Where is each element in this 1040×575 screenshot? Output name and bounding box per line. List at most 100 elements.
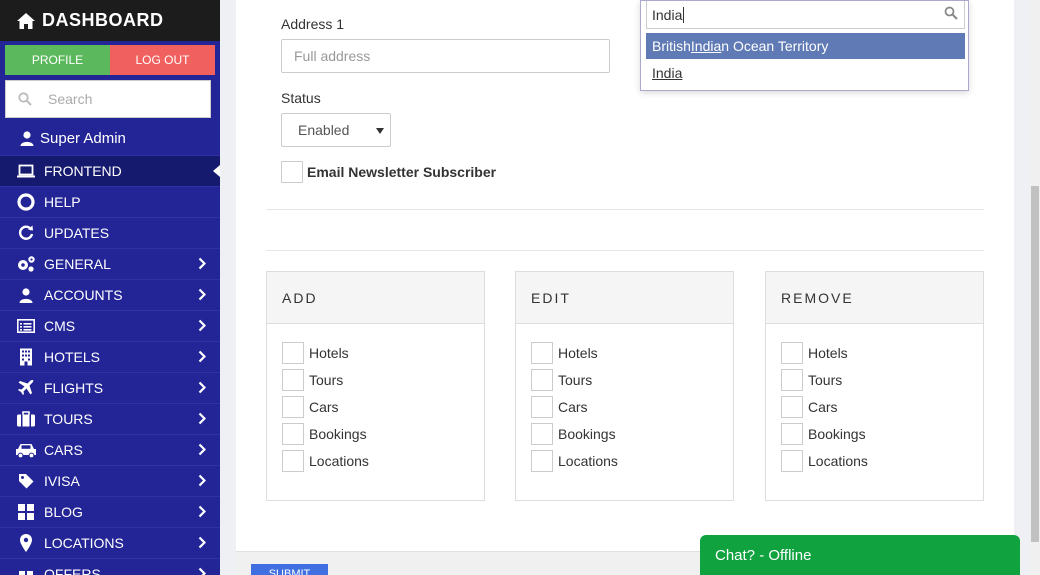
sidebar-search-input[interactable] bbox=[48, 91, 188, 107]
status-select[interactable]: Enabled bbox=[281, 113, 391, 147]
permission-label: Hotels bbox=[558, 344, 598, 361]
divider bbox=[266, 250, 984, 251]
home-icon bbox=[17, 12, 35, 29]
permission-label: Cars bbox=[808, 398, 838, 415]
chevron-right-icon bbox=[198, 474, 207, 487]
chevron-right-icon bbox=[198, 350, 207, 363]
permission-label: Locations bbox=[309, 452, 369, 469]
permission-label: Cars bbox=[309, 398, 339, 415]
sidebar-item-general[interactable]: GENERAL bbox=[0, 249, 220, 280]
permission-panel-add: ADD Hotels Tours Cars Bookings Locations bbox=[266, 271, 485, 501]
permission-panel-remove: REMOVE Hotels Tours Cars Bookings Locations bbox=[765, 271, 984, 501]
sidebar-item-flights[interactable]: FLIGHTS bbox=[0, 373, 220, 404]
permission-option: Cars bbox=[781, 393, 983, 420]
panel-title: REMOVE bbox=[766, 272, 983, 324]
permission-checkbox[interactable] bbox=[781, 422, 803, 445]
profile-button[interactable]: PROFILE bbox=[5, 45, 110, 75]
permission-checkbox[interactable] bbox=[531, 395, 553, 418]
chevron-right-icon bbox=[198, 288, 207, 301]
permission-checkbox[interactable] bbox=[531, 341, 553, 364]
permission-option: Hotels bbox=[282, 339, 484, 366]
sidebar-item-tours[interactable]: TOURS bbox=[0, 404, 220, 435]
sidebar-item-label: CARS bbox=[44, 442, 83, 458]
sidebar-item-blog[interactable]: BLOG bbox=[0, 497, 220, 528]
plane-icon bbox=[15, 379, 37, 397]
newsletter-checkbox[interactable] bbox=[281, 161, 303, 183]
sidebar-item-label: HELP bbox=[44, 194, 81, 210]
sidebar-item-ivisa[interactable]: IVISA bbox=[0, 466, 220, 497]
chevron-right-icon bbox=[198, 443, 207, 456]
sidebar-item-label: GENERAL bbox=[44, 256, 111, 272]
suitcase-icon bbox=[15, 410, 37, 428]
search-icon bbox=[18, 92, 32, 106]
submit-button[interactable]: SUBMIT bbox=[251, 564, 328, 575]
country-option[interactable]: India bbox=[646, 60, 965, 86]
status-label: Status bbox=[281, 90, 321, 106]
sidebar-item-label: UPDATES bbox=[44, 225, 110, 241]
refresh-icon bbox=[15, 224, 37, 242]
permission-panel-edit: EDIT Hotels Tours Cars Bookings Locations bbox=[515, 271, 734, 501]
permission-option: Tours bbox=[781, 366, 983, 393]
sidebar: DASHBOARD PROFILE LOG OUT Super Admin FR… bbox=[0, 0, 220, 575]
sidebar-item-hotels[interactable]: HOTELS bbox=[0, 342, 220, 373]
country-dropdown: India British India n Ocean Territory Ind… bbox=[640, 0, 969, 91]
logout-button[interactable]: LOG OUT bbox=[110, 45, 215, 75]
permission-label: Tours bbox=[309, 371, 344, 388]
sidebar-item-label: IVISA bbox=[44, 473, 80, 489]
divider bbox=[266, 209, 984, 210]
tag-icon bbox=[15, 472, 37, 490]
sidebar-item-cars[interactable]: CARS bbox=[0, 435, 220, 466]
chevron-right-icon bbox=[198, 567, 207, 575]
chat-widget[interactable]: Chat? - Offline bbox=[700, 535, 1020, 575]
permission-checkbox[interactable] bbox=[781, 395, 803, 418]
map-marker-icon bbox=[15, 534, 37, 552]
permission-option: Locations bbox=[781, 447, 983, 474]
permission-option: Locations bbox=[531, 447, 733, 474]
current-user[interactable]: Super Admin bbox=[0, 122, 220, 156]
gift-icon bbox=[15, 565, 37, 575]
sidebar-item-label: OFFERS bbox=[44, 566, 101, 575]
permission-checkbox[interactable] bbox=[781, 449, 803, 472]
user-icon bbox=[20, 131, 34, 146]
permission-checkbox[interactable] bbox=[282, 449, 304, 472]
country-search-input[interactable]: India bbox=[646, 1, 965, 29]
permission-checkbox[interactable] bbox=[531, 422, 553, 445]
permission-checkbox[interactable] bbox=[282, 341, 304, 364]
permission-checkbox[interactable] bbox=[531, 449, 553, 472]
user-icon bbox=[15, 286, 37, 304]
sidebar-item-offers[interactable]: OFFERS bbox=[0, 559, 220, 575]
permission-checkbox[interactable] bbox=[781, 341, 803, 364]
permission-checkbox[interactable] bbox=[282, 395, 304, 418]
permission-checkbox[interactable] bbox=[531, 368, 553, 391]
dashboard-brand[interactable]: DASHBOARD bbox=[0, 0, 220, 41]
sidebar-item-label: LOCATIONS bbox=[44, 535, 124, 551]
permission-option: Cars bbox=[282, 393, 484, 420]
sidebar-item-frontend[interactable]: FRONTEND bbox=[0, 156, 220, 187]
chevron-right-icon bbox=[198, 257, 207, 270]
panel-title: EDIT bbox=[516, 272, 733, 324]
sidebar-item-label: FRONTEND bbox=[44, 163, 122, 179]
permission-checkbox[interactable] bbox=[282, 368, 304, 391]
caret-down-icon bbox=[376, 128, 384, 134]
permission-option: Locations bbox=[282, 447, 484, 474]
permission-checkbox[interactable] bbox=[781, 368, 803, 391]
chevron-right-icon bbox=[198, 319, 207, 332]
brand-label: DASHBOARD bbox=[42, 10, 164, 30]
sidebar-item-accounts[interactable]: ACCOUNTS bbox=[0, 280, 220, 311]
permission-option: Tours bbox=[531, 366, 733, 393]
sidebar-item-help[interactable]: HELP bbox=[0, 187, 220, 218]
sidebar-search bbox=[5, 80, 211, 118]
sidebar-item-locations[interactable]: LOCATIONS bbox=[0, 528, 220, 559]
permission-label: Cars bbox=[558, 398, 588, 415]
permission-label: Locations bbox=[558, 452, 618, 469]
country-query: India bbox=[652, 6, 683, 23]
address-input[interactable]: Full address bbox=[281, 39, 610, 73]
permission-label: Bookings bbox=[558, 425, 616, 442]
sidebar-item-cms[interactable]: CMS bbox=[0, 311, 220, 342]
scrollbar-thumb[interactable] bbox=[1031, 186, 1039, 542]
permission-label: Bookings bbox=[309, 425, 367, 442]
country-option[interactable]: British India n Ocean Territory bbox=[646, 33, 965, 59]
sidebar-item-label: BLOG bbox=[44, 504, 83, 520]
permission-checkbox[interactable] bbox=[282, 422, 304, 445]
sidebar-item-updates[interactable]: UPDATES bbox=[0, 218, 220, 249]
